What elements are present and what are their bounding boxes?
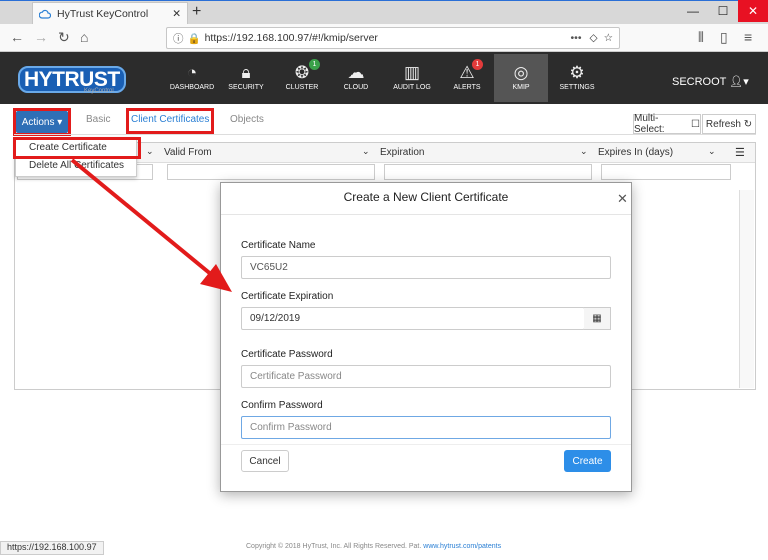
highlight-box-actions [13, 108, 71, 136]
grid-menu-icon[interactable]: ☰ [735, 146, 745, 159]
nav-cloud[interactable]: ☁ CLOUD [328, 54, 384, 102]
browser-tab-title: HyTrust KeyControl [57, 7, 149, 20]
column-expiration[interactable]: Expiration [380, 147, 424, 158]
home-icon[interactable]: ⌂ [80, 29, 88, 45]
close-window-button[interactable]: ✕ [738, 0, 768, 22]
certificate-expiration-input[interactable]: 09/12/2019 [241, 307, 585, 330]
column-expires-in[interactable]: Expires In (days) [598, 147, 673, 158]
cancel-button[interactable]: Cancel [241, 450, 289, 472]
cloud-icon: ☁ [347, 63, 365, 82]
bookmark-star-icon[interactable]: ☆ [604, 32, 613, 44]
minimize-button[interactable]: — [678, 0, 708, 22]
forward-icon[interactable]: → [34, 29, 48, 45]
certificate-name-input[interactable]: VC65U2 [241, 256, 611, 279]
library-icon[interactable]: ⫴ [698, 29, 704, 46]
highlight-box-client-certificates [126, 108, 214, 134]
lock-icon: 🔒︎ [241, 63, 251, 82]
cloud-favicon-icon [39, 8, 51, 20]
reload-icon[interactable]: ↻ [58, 29, 70, 46]
confirm-password-input[interactable]: Confirm Password [241, 416, 611, 439]
maximize-button[interactable]: ☐ [708, 0, 738, 22]
modal-title: Create a New Client Certificate [343, 190, 509, 204]
sidebar-icon[interactable]: ▯ [720, 29, 728, 46]
url-text: https://192.168.100.97/#!/kmip/server [204, 32, 378, 44]
lock-warning-icon[interactable]: 🔒 [188, 32, 201, 45]
info-icon[interactable]: ⓘ [173, 31, 184, 46]
column-valid-from[interactable]: Valid From [164, 147, 212, 158]
certificate-name-label: Certificate Name [241, 240, 316, 251]
refresh-button[interactable]: Refresh ↻ [702, 114, 756, 134]
user-menu[interactable]: SECROOT 👤︎▾ [672, 75, 749, 88]
tab-objects[interactable]: Objects [230, 114, 264, 125]
book-icon: ▥ [403, 63, 421, 82]
menu-item-delete-all[interactable]: Delete All Certificates [29, 160, 124, 171]
url-bar[interactable]: ⓘ 🔒 https://192.168.100.97/#!/kmip/serve… [166, 27, 620, 49]
gear-icon: ⚙ [569, 63, 585, 82]
tab-basic[interactable]: Basic [86, 114, 110, 125]
nav-kmip[interactable]: ◎ KMIP [494, 54, 548, 102]
chevron-down-icon[interactable]: ⌄ [362, 146, 370, 157]
new-tab-button[interactable]: + [192, 3, 201, 21]
tab-close-icon[interactable]: ✕ [172, 8, 181, 20]
certificate-password-input[interactable]: Certificate Password [241, 365, 611, 388]
alerts-badge: 1 [472, 59, 483, 70]
chevron-down-icon[interactable]: ⌄ [580, 146, 588, 157]
browser-tab[interactable]: HyTrust KeyControl ✕ [32, 2, 188, 24]
modal-divider [221, 214, 631, 215]
modal-footer-divider [221, 444, 631, 445]
fingerprint-icon: ◎ [513, 63, 529, 82]
cluster-badge: 1 [309, 59, 320, 70]
back-icon[interactable]: ← [10, 29, 24, 45]
chevron-down-icon[interactable]: ⌄ [146, 146, 154, 157]
cluster-icon: ❂ [294, 63, 310, 82]
filter-input[interactable] [167, 164, 375, 180]
user-icon: 👤︎▾ [729, 76, 749, 88]
patents-link[interactable]: www.hytrust.com/patents [423, 543, 501, 550]
page-actions-icon[interactable]: ••• [570, 32, 581, 44]
create-button[interactable]: Create [564, 450, 611, 472]
create-certificate-modal [220, 182, 632, 492]
filter-input[interactable] [384, 164, 592, 180]
calendar-icon[interactable]: ▦ [584, 307, 611, 330]
filter-input[interactable] [601, 164, 731, 180]
nav-audit-log[interactable]: ▥ AUDIT LOG [384, 54, 440, 102]
dashboard-icon: ◔ [186, 63, 198, 82]
nav-dashboard[interactable]: ◔ DASHBOARD [164, 54, 220, 102]
close-icon[interactable]: ✕ [617, 191, 628, 207]
nav-alerts[interactable]: ⚠ ALERTS 1 [439, 54, 495, 102]
menu-icon[interactable]: ≡ [744, 29, 752, 45]
highlight-box-create-certificate [13, 137, 141, 159]
certificate-password-label: Certificate Password [241, 349, 333, 360]
pocket-icon[interactable]: ◇ [590, 32, 598, 44]
multiselect-toggle[interactable]: Multi-Select: ☐ [633, 113, 701, 135]
grid-scrollbar[interactable] [739, 190, 754, 388]
logo-subtitle: KeyControl [84, 88, 114, 94]
nav-security[interactable]: 🔒︎ SECURITY [218, 54, 274, 102]
confirm-password-label: Confirm Password [241, 400, 323, 411]
checkbox-icon[interactable]: ☐ [691, 119, 700, 130]
copyright-text: Copyright © 2018 HyTrust, Inc. All Right… [246, 543, 502, 550]
refresh-icon: ↻ [743, 118, 753, 130]
status-bar-url: https://192.168.100.97 [0, 541, 104, 555]
chevron-down-icon[interactable]: ⌄ [708, 146, 716, 157]
certificate-expiration-label: Certificate Expiration [241, 291, 334, 302]
nav-settings[interactable]: ⚙ SETTINGS [549, 54, 605, 102]
nav-cluster[interactable]: ❂ CLUSTER 1 [274, 54, 330, 102]
